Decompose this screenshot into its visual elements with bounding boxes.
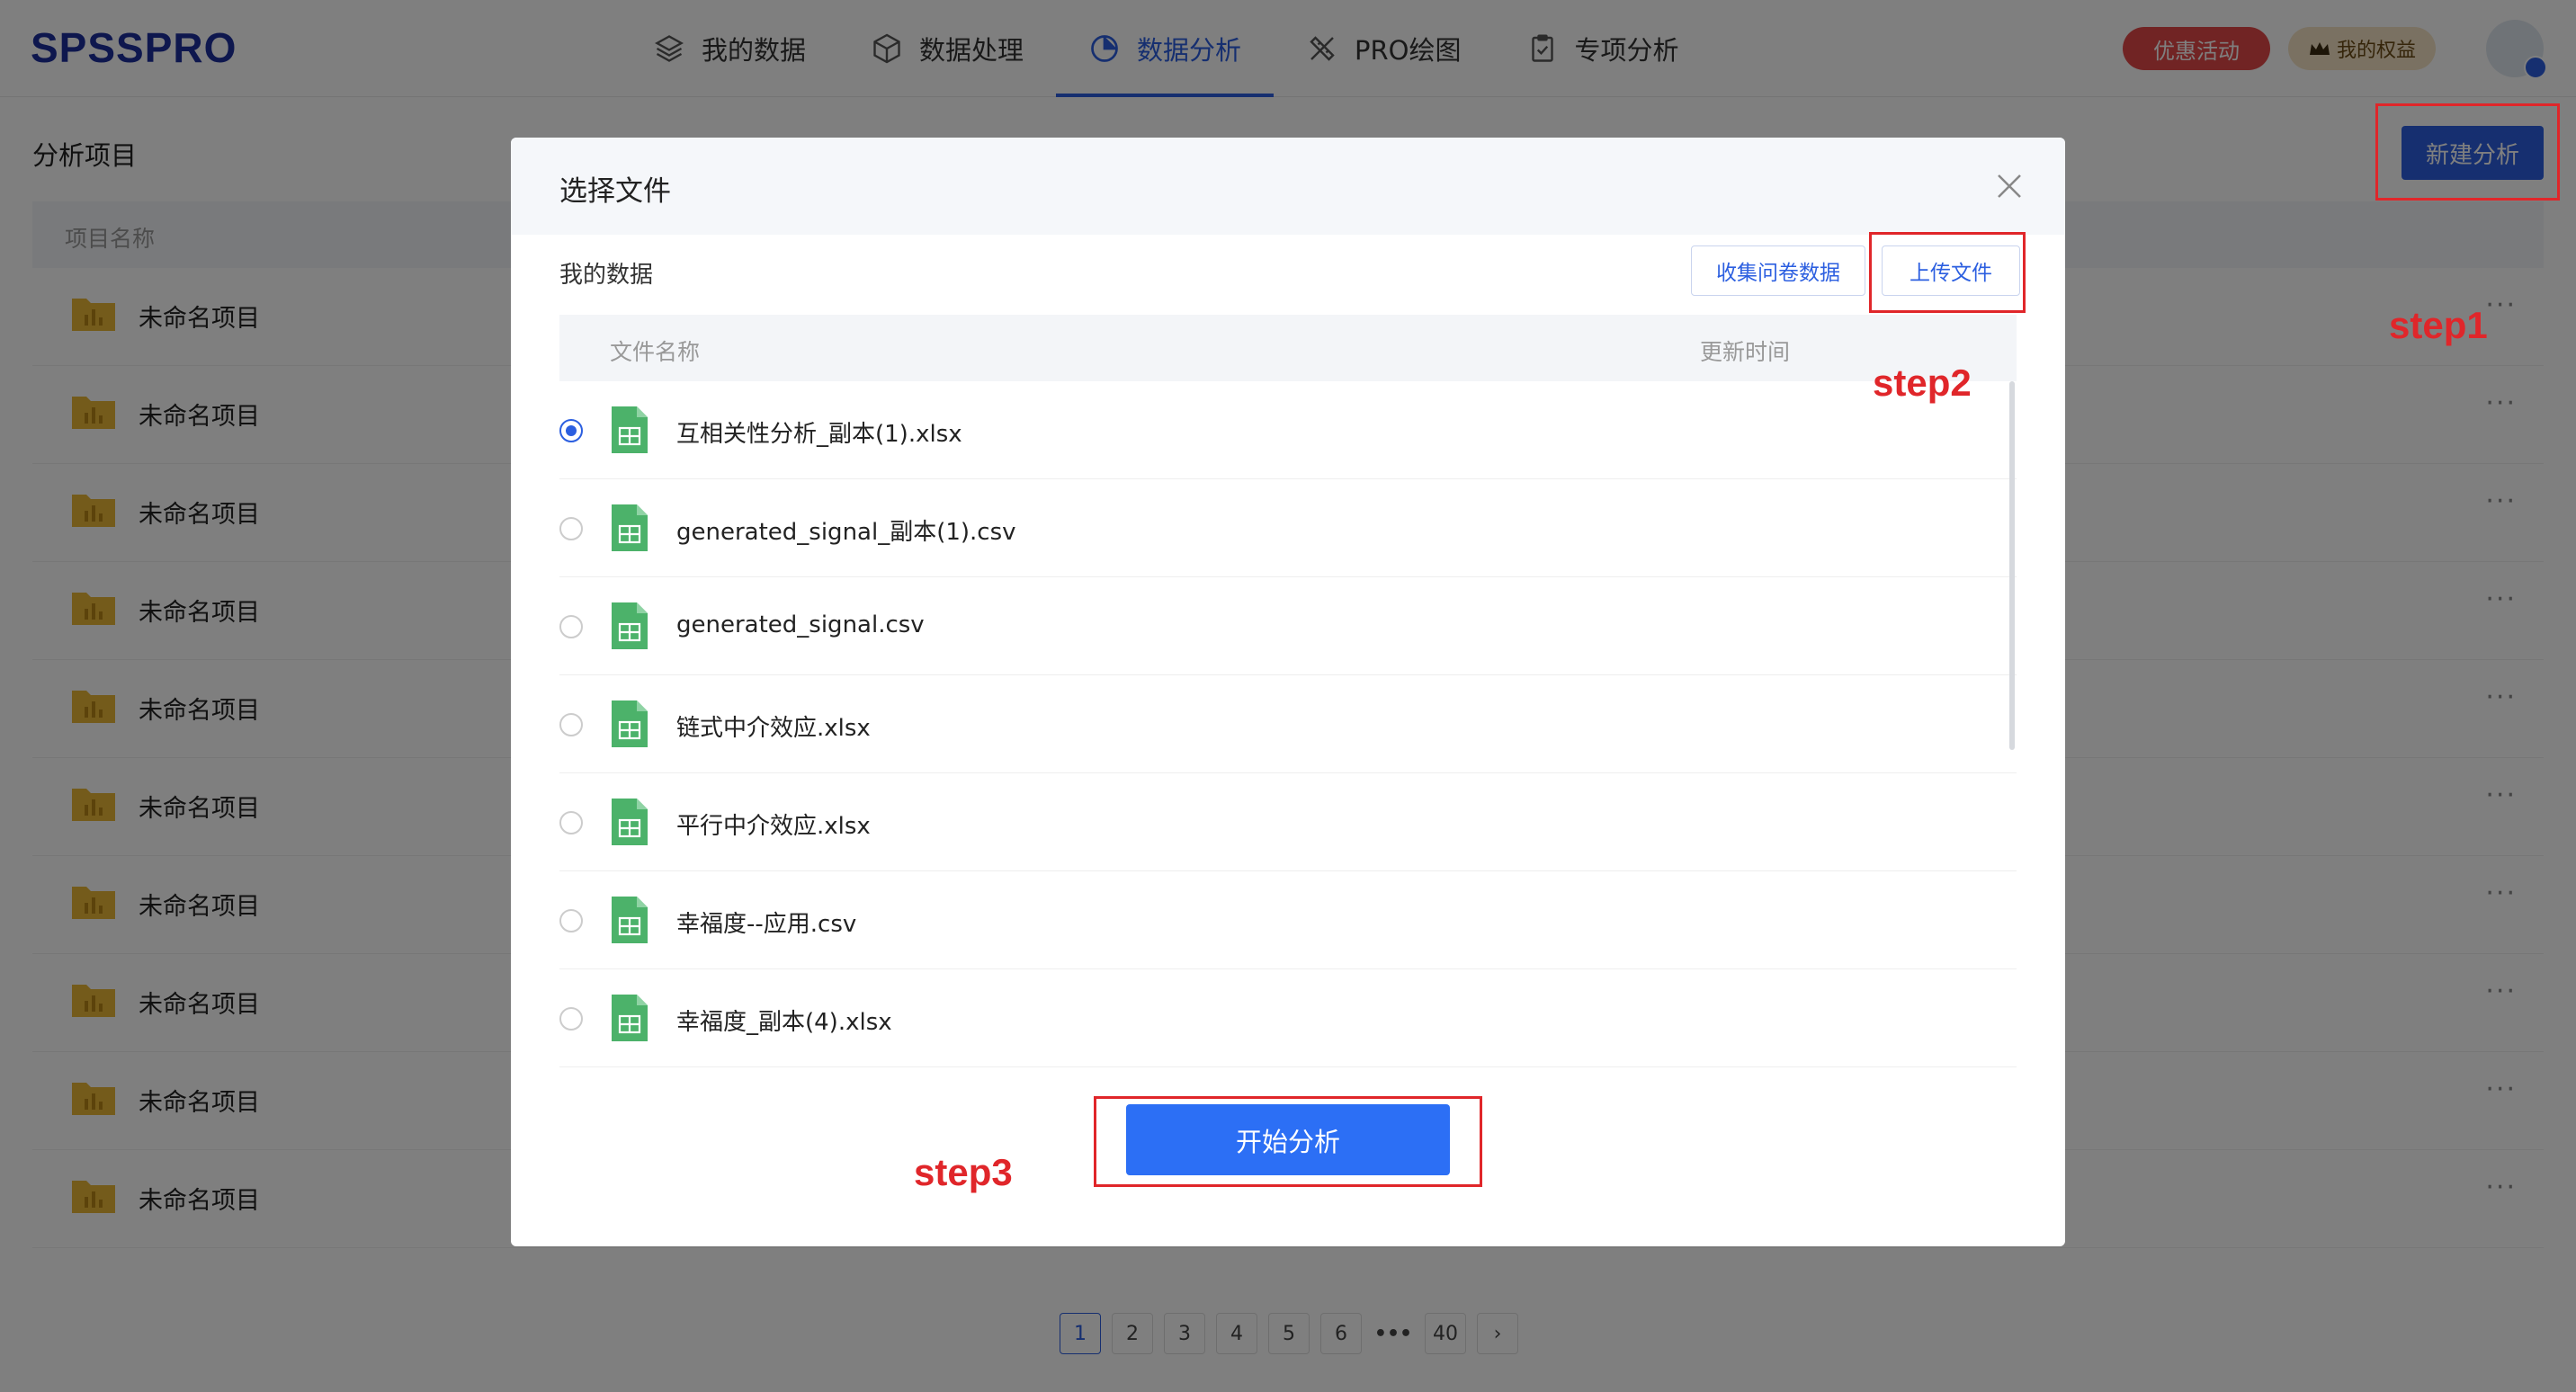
spreadsheet-file-icon [612, 602, 648, 649]
file-row[interactable]: 互相关性分析_副本(1).xlsx [559, 381, 2017, 479]
spreadsheet-file-icon [612, 700, 648, 747]
file-select-radio[interactable] [559, 1007, 583, 1031]
close-icon[interactable] [1986, 163, 2033, 210]
file-row[interactable]: generated_signal_副本(1).csv [559, 479, 2017, 577]
file-select-radio[interactable] [559, 419, 583, 442]
file-name: 幸福度_副本(4).xlsx [676, 1009, 892, 1036]
column-header-updated-time: 更新时间 [1700, 339, 1791, 365]
file-select-radio[interactable] [559, 615, 583, 638]
step2-highlight-box [1869, 232, 2026, 313]
dialog-header: 选择文件 [511, 138, 2065, 235]
spreadsheet-file-icon [612, 406, 648, 453]
file-name: 平行中介效应.xlsx [676, 813, 871, 840]
file-list: 互相关性分析_副本(1).xlsx generated_signal_副本(1).… [559, 381, 2017, 1067]
file-row[interactable]: generated_signal.csv [559, 577, 2017, 675]
file-row[interactable]: 链式中介效应.xlsx [559, 675, 2017, 773]
spreadsheet-file-icon [612, 799, 648, 845]
step2-label: step2 [1873, 361, 1972, 404]
file-select-radio[interactable] [559, 909, 583, 932]
dialog-title: 选择文件 [559, 175, 671, 208]
file-row[interactable]: 平行中介效应.xlsx [559, 773, 2017, 871]
file-row[interactable]: 幸福度_副本(4).xlsx [559, 969, 2017, 1067]
file-row[interactable]: 幸福度--应用.csv [559, 871, 2017, 969]
file-name: 互相关性分析_副本(1).xlsx [676, 421, 962, 448]
file-name: generated_signal_副本(1).csv [676, 519, 1016, 546]
file-name: 链式中介效应.xlsx [676, 715, 871, 742]
column-header-file-name: 文件名称 [610, 339, 701, 365]
my-data-label: 我的数据 [559, 262, 654, 289]
file-select-radio[interactable] [559, 517, 583, 540]
step1-highlight-box [2375, 103, 2560, 201]
file-table-header: 文件名称 更新时间 [559, 315, 2017, 381]
select-file-dialog: 选择文件 我的数据 收集问卷数据 上传文件 文件名称 更新时间 互相关性分析_副… [511, 138, 2065, 1246]
file-list-scrollbar[interactable] [2009, 381, 2015, 750]
spreadsheet-file-icon [612, 897, 648, 943]
spreadsheet-file-icon [612, 504, 648, 551]
spreadsheet-file-icon [612, 995, 648, 1041]
step3-highlight-box [1094, 1096, 1482, 1187]
collect-survey-data-button[interactable]: 收集问卷数据 [1691, 245, 1865, 296]
file-name: 幸福度--应用.csv [676, 911, 857, 938]
step3-label: step3 [914, 1151, 1013, 1193]
step1-label: step1 [2389, 304, 2488, 346]
file-name: generated_signal.csv [676, 611, 925, 638]
file-select-radio[interactable] [559, 713, 583, 736]
file-select-radio[interactable] [559, 811, 583, 834]
